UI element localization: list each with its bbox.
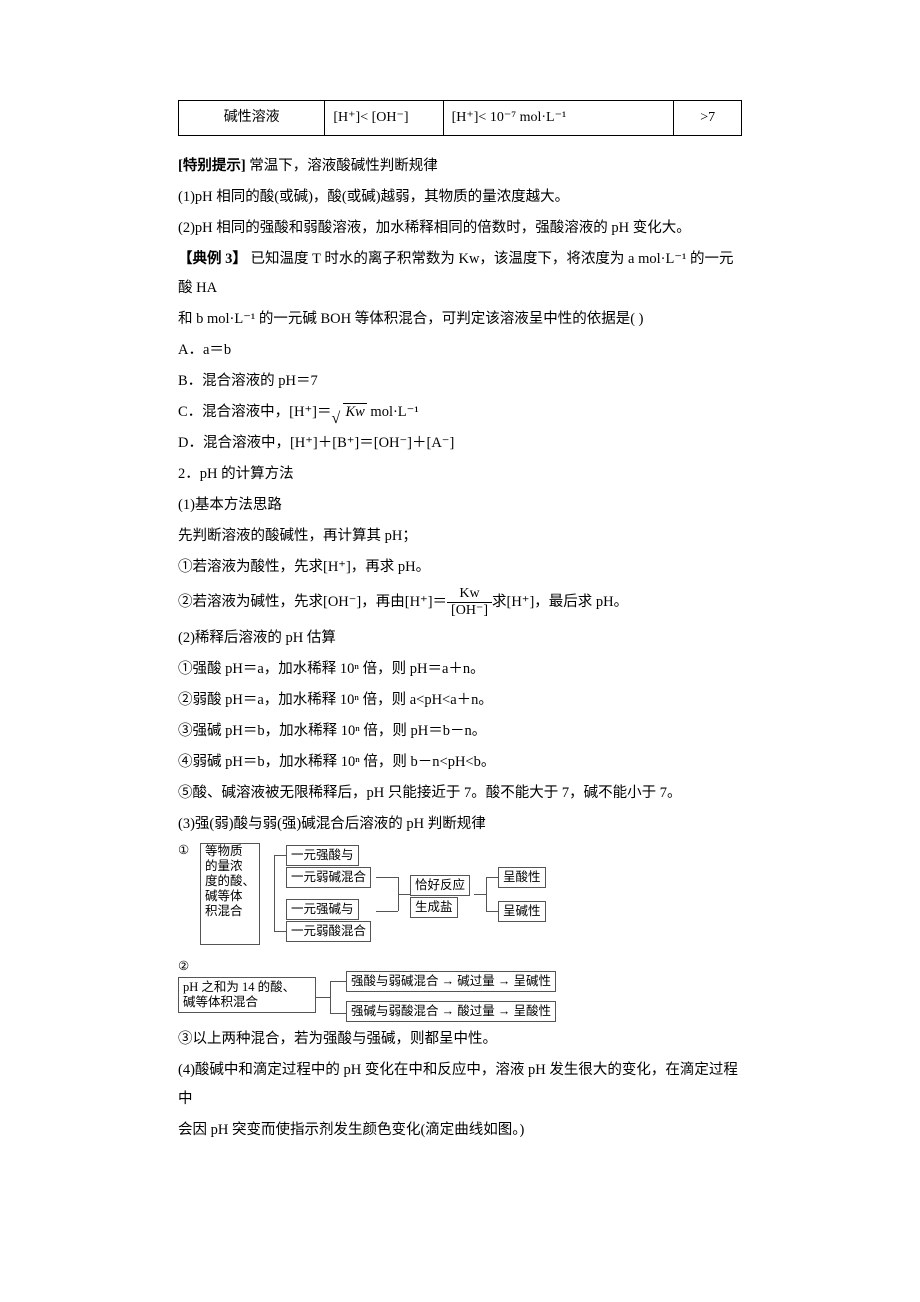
fraction-den: [OH⁻] xyxy=(447,603,492,618)
example-label: 【典例 3】 xyxy=(178,251,247,267)
connector-line xyxy=(486,911,498,912)
d1-left-l3: 度的酸、 xyxy=(205,874,255,888)
sqrt-content: Kw xyxy=(345,404,364,420)
example-body-1: 已知温度 T 时水的离子积常数为 Kw，该温度下，将浓度为 a mol·L⁻¹ … xyxy=(178,251,733,296)
sub-2-item-1: ①强酸 pH＝a，加水稀释 10ⁿ 倍，则 pH＝a＋n。 xyxy=(178,655,742,684)
d1-mid-2: 一元弱碱混合 xyxy=(286,867,371,888)
d2-left-box: pH 之和为 14 的酸、 碱等体积混合 xyxy=(178,977,316,1013)
option-c-pre: C．混合溶液中，[H⁺]＝ xyxy=(178,404,331,420)
d1-right-1: 呈酸性 xyxy=(498,867,546,888)
connector-line xyxy=(398,894,410,895)
sub-4-line-1: (4)酸碱中和滴定过程中的 pH 变化在中和反应中，溶液 pH 发生很大的变化，… xyxy=(178,1056,742,1114)
connector-line xyxy=(274,855,275,931)
connector-line xyxy=(486,877,498,878)
connector-line xyxy=(376,877,398,878)
d1-left-l1: 等物质 xyxy=(205,844,243,858)
step2-pre: ②若溶液为碱性，先求[OH⁻]，再由[H⁺]＝ xyxy=(178,594,447,610)
document-page: 碱性溶液 [H⁺]< [OH⁻] [H⁺]< 10⁻⁷ mol·L⁻¹ >7 [… xyxy=(0,0,920,1302)
d1-left-l2: 的量浓 xyxy=(205,859,243,873)
cell-solution-type: 碱性溶液 xyxy=(179,101,325,136)
option-d: D．混合溶液中，[H⁺]＋[B⁺]＝[OH⁻]＋[A⁻] xyxy=(178,429,742,458)
step2-post: 求[H⁺]，最后求 pH。 xyxy=(492,594,628,610)
sub-2-heading: (2)稀释后溶液的 pH 估算 xyxy=(178,624,742,653)
d1-mid-4: 一元弱酸混合 xyxy=(286,921,371,942)
sqrt-kw: Kw xyxy=(343,403,366,420)
connector-line xyxy=(274,855,286,856)
d2-left-l2: 碱等体积混合 xyxy=(183,995,258,1009)
solution-table: 碱性溶液 [H⁺]< [OH⁻] [H⁺]< 10⁻⁷ mol·L⁻¹ >7 xyxy=(178,100,742,136)
mixing-diagram-1: ① 等物质 的量浓 度的酸、 碱等体 积混合 一元强酸与 一元弱碱混合 一元强碱… xyxy=(178,843,618,953)
d2-right-1: 强酸与弱碱混合 → 碱过量 → 呈碱性 xyxy=(346,971,556,992)
d1-mid-3: 一元强碱与 xyxy=(286,899,359,920)
d1-center-1: 恰好反应 xyxy=(410,875,470,896)
option-a: A．a＝b xyxy=(178,336,742,365)
special-tip-heading: [特别提示] 常温下，溶液酸碱性判断规律 xyxy=(178,152,742,181)
sub-2-item-5: ⑤酸、碱溶液被无限稀释后，pH 只能接近于 7。酸不能大于 7，碱不能小于 7。 xyxy=(178,779,742,808)
cell-ion-relation: [H⁺]< [OH⁻] xyxy=(325,101,443,136)
sub-2-item-3: ③强碱 pH＝b，加水稀释 10ⁿ 倍，则 pH＝b－n。 xyxy=(178,717,742,746)
d1-number: ① xyxy=(178,843,189,858)
connector-line xyxy=(330,981,331,1013)
sub-4-line-2: 会因 pH 突变而使指示剂发生颜色变化(滴定曲线如图。) xyxy=(178,1116,742,1145)
fraction-num: Kw xyxy=(447,587,492,603)
d1-center-2: 生成盐 xyxy=(410,897,458,918)
sub-3-item-3: ③以上两种混合，若为强酸与强碱，则都呈中性。 xyxy=(178,1025,742,1054)
connector-line xyxy=(274,931,286,932)
d1-mid-1: 一元强酸与 xyxy=(286,845,359,866)
d1-left-l5: 积混合 xyxy=(205,904,243,918)
cell-ph-range: >7 xyxy=(674,101,742,136)
sub-1-step-1: ①若溶液为酸性，先求[H⁺]，再求 pH。 xyxy=(178,553,742,582)
connector-line xyxy=(376,911,398,912)
connector-line xyxy=(474,894,486,895)
section-2-heading: 2．pH 的计算方法 xyxy=(178,460,742,489)
d1-left-box: 等物质 的量浓 度的酸、 碱等体 积混合 xyxy=(200,843,260,945)
sub-2-item-4: ④弱碱 pH＝b，加水稀释 10ⁿ 倍，则 b－n<pH<b。 xyxy=(178,748,742,777)
d2-number: ② xyxy=(178,959,189,974)
sub-1-heading: (1)基本方法思路 xyxy=(178,491,742,520)
tip-title: 常温下，溶液酸碱性判断规律 xyxy=(246,158,438,174)
cell-h-concentration: [H⁺]< 10⁻⁷ mol·L⁻¹ xyxy=(443,101,674,136)
sub-1-intro: 先判断溶液的酸碱性，再计算其 pH； xyxy=(178,522,742,551)
tip-item-1: (1)pH 相同的酸(或碱)，酸(或碱)越弱，其物质的量浓度越大。 xyxy=(178,183,742,212)
fraction-kw-oh: Kw[OH⁻] xyxy=(447,587,492,618)
mixing-diagram-2: ② pH 之和为 14 的酸、 碱等体积混合 强酸与弱碱混合 → 碱过量 → 呈… xyxy=(178,959,648,1017)
connector-line xyxy=(330,1013,346,1014)
d1-right-2: 呈碱性 xyxy=(498,901,546,922)
connector-line xyxy=(486,877,487,911)
example-3-line-1: 【典例 3】 已知温度 T 时水的离子积常数为 Kw，该温度下，将浓度为 a m… xyxy=(178,245,742,303)
option-c-post: mol·L⁻¹ xyxy=(367,404,419,420)
example-3-line-2: 和 b mol·L⁻¹ 的一元碱 BOH 等体积混合，可判定该溶液呈中性的依据是… xyxy=(178,305,742,334)
table-row: 碱性溶液 [H⁺]< [OH⁻] [H⁺]< 10⁻⁷ mol·L⁻¹ >7 xyxy=(179,101,742,136)
sub-2-item-2: ②弱酸 pH＝a，加水稀释 10ⁿ 倍，则 a<pH<a＋n。 xyxy=(178,686,742,715)
tip-item-2: (2)pH 相同的强酸和弱酸溶液，加水稀释相同的倍数时，强酸溶液的 pH 变化大… xyxy=(178,214,742,243)
option-c: C．混合溶液中，[H⁺]＝ Kw mol·L⁻¹ xyxy=(178,398,742,427)
tip-label: [特别提示] xyxy=(178,158,246,174)
d2-right-2: 强碱与弱酸混合 → 酸过量 → 呈酸性 xyxy=(346,1001,556,1022)
d2-left-l1: pH 之和为 14 的酸、 xyxy=(183,980,295,994)
d1-left-l4: 碱等体 xyxy=(205,889,243,903)
connector-line xyxy=(330,981,346,982)
sub-3-heading: (3)强(弱)酸与弱(强)碱混合后溶液的 pH 判断规律 xyxy=(178,810,742,839)
option-b: B．混合溶液的 pH＝7 xyxy=(178,367,742,396)
sub-1-step-2: ②若溶液为碱性，先求[OH⁻]，再由[H⁺]＝Kw[OH⁻]求[H⁺]，最后求 … xyxy=(178,584,742,622)
connector-line xyxy=(316,997,330,998)
